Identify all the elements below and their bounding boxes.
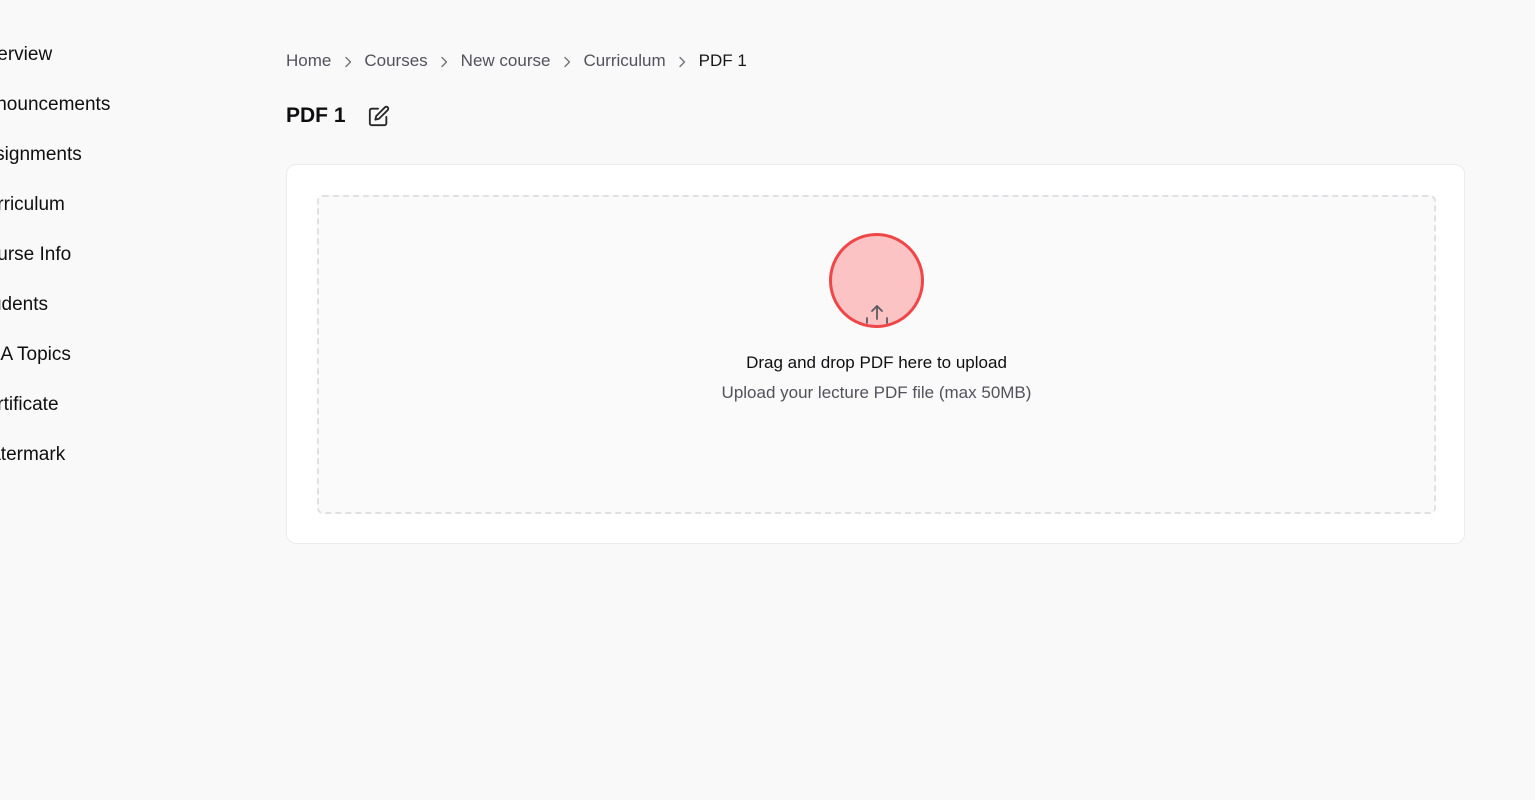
- breadcrumb-curriculum[interactable]: Curriculum: [583, 51, 665, 71]
- breadcrumb: Home Courses New course Curriculum PDF 1: [286, 51, 747, 71]
- chevron-right-icon: [331, 51, 364, 71]
- sidebar-item-overview[interactable]: Overview: [0, 41, 110, 91]
- sidebar: Overview Announcements Assignments Curri…: [0, 0, 240, 800]
- breadcrumb-home[interactable]: Home: [286, 51, 331, 71]
- sidebar-item-qa-topics[interactable]: Q&A Topics: [0, 341, 110, 391]
- breadcrumb-current: PDF 1: [698, 51, 747, 70]
- chevron-right-icon: [550, 51, 583, 71]
- dropzone-title: Drag and drop PDF here to upload: [746, 353, 1007, 372]
- sidebar-nav: Overview Announcements Assignments Curri…: [0, 41, 110, 491]
- breadcrumb-new-course[interactable]: New course: [461, 51, 551, 71]
- chevron-right-icon: [428, 51, 461, 71]
- sidebar-item-course-info[interactable]: Course Info: [0, 241, 110, 291]
- pdf-dropzone[interactable]: Drag and drop PDF here to upload Upload …: [317, 195, 1436, 514]
- breadcrumb-courses[interactable]: Courses: [364, 51, 427, 71]
- sidebar-item-students[interactable]: Students: [0, 291, 110, 341]
- sidebar-item-watermark[interactable]: Watermark: [0, 441, 110, 491]
- edit-title-button[interactable]: [366, 103, 392, 129]
- sidebar-item-certificate[interactable]: Certificate: [0, 391, 110, 441]
- title-row: PDF 1: [286, 101, 392, 131]
- dropzone-subtitle: Upload your lecture PDF file (max 50MB): [721, 383, 1032, 402]
- sidebar-item-assignments[interactable]: Assignments: [0, 141, 110, 191]
- edit-icon: [368, 105, 389, 127]
- chevron-right-icon: [666, 51, 699, 71]
- main-content: Home Courses New course Curriculum PDF 1…: [286, 0, 1467, 800]
- page-title: PDF 1: [286, 104, 346, 127]
- sidebar-item-announcements[interactable]: Announcements: [0, 91, 110, 141]
- upload-card: Drag and drop PDF here to upload Upload …: [286, 164, 1465, 544]
- upload-arrow-icon: [866, 305, 888, 324]
- sidebar-item-curriculum[interactable]: Curriculum: [0, 191, 110, 241]
